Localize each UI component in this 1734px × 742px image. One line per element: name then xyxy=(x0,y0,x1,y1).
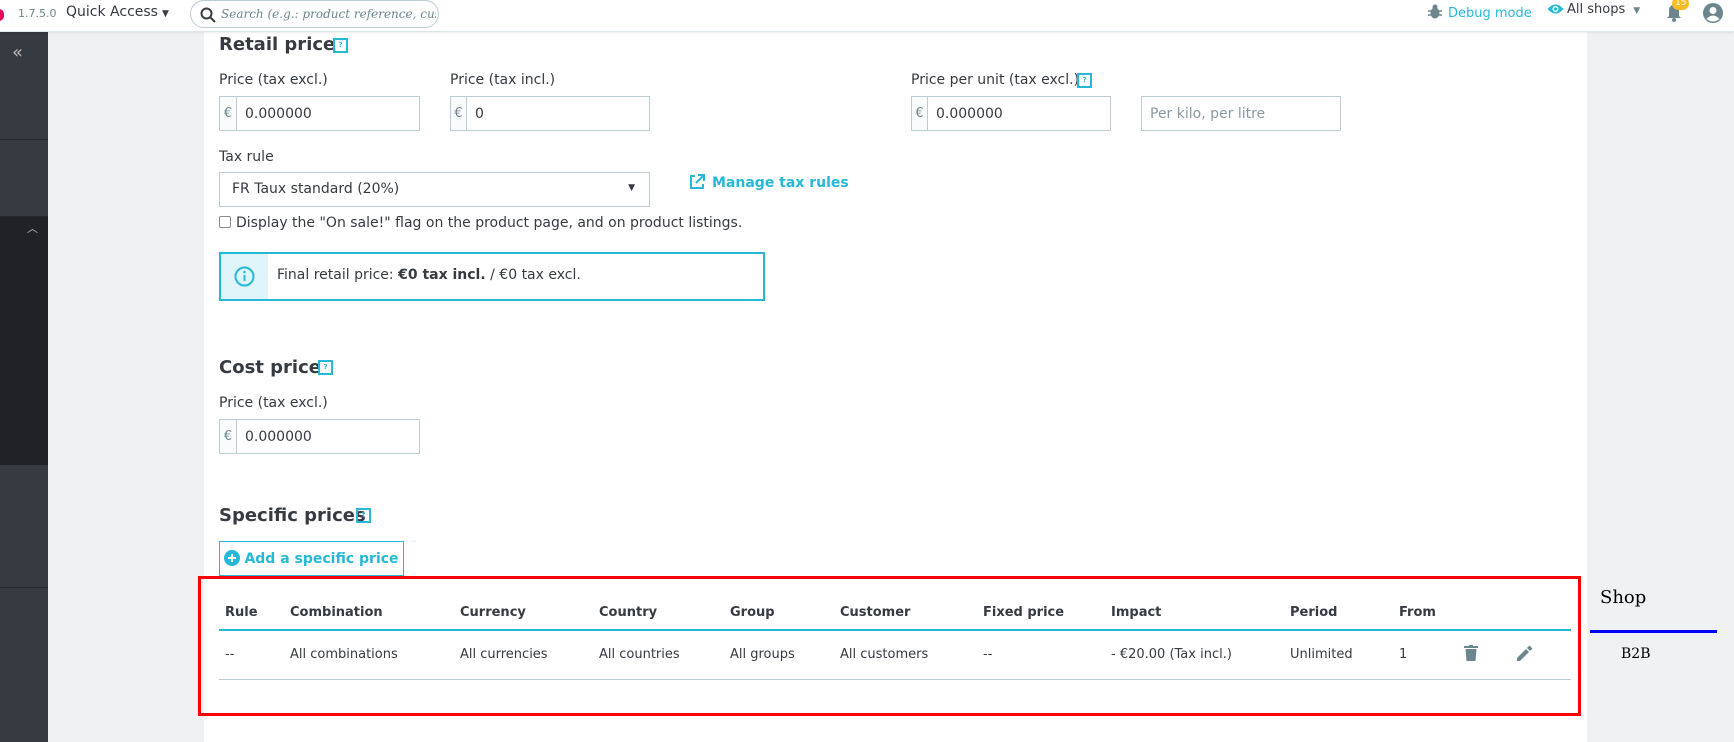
column-header: Group xyxy=(724,596,834,631)
currency-addon: € xyxy=(220,97,237,130)
help-icon[interactable]: ? xyxy=(333,38,348,53)
final-price-excl: / €0 tax excl. xyxy=(485,267,581,283)
debug-mode-link[interactable]: Debug mode xyxy=(1428,4,1532,21)
tax-rule-label: Tax rule xyxy=(219,149,274,165)
column-header: Country xyxy=(593,596,724,631)
tax-rule-select[interactable]: FR Taux standard (20%) ▼ xyxy=(219,172,650,207)
bug-icon xyxy=(1428,4,1442,19)
unit-input[interactable] xyxy=(1141,96,1341,131)
final-price-incl: €0 tax incl. xyxy=(398,267,486,283)
final-price-prefix: Final retail price: xyxy=(277,267,399,283)
column-header: Fixed price xyxy=(977,596,1105,631)
search-icon xyxy=(200,7,216,23)
manage-tax-rules-link[interactable]: Manage tax rules xyxy=(689,174,849,191)
column-header: Rule xyxy=(219,596,284,631)
column-header: Period xyxy=(1284,596,1393,631)
logo[interactable] xyxy=(0,9,4,21)
quick-access-dropdown[interactable]: Quick Access ▼ xyxy=(66,4,169,20)
currency-addon: € xyxy=(912,97,928,130)
column-header-actions xyxy=(1511,596,1571,631)
help-icon[interactable]: ? xyxy=(1077,73,1092,88)
column-header: Currency xyxy=(454,596,593,631)
help-icon[interactable]: ? xyxy=(356,508,371,523)
all-shops-label: All shops xyxy=(1567,2,1626,17)
specific-prices-table: Rule Combination Currency Country Group … xyxy=(219,596,1571,680)
price-tax-incl-label: Price (tax incl.) xyxy=(450,72,556,88)
fixed-price-cell: -- xyxy=(977,630,1105,680)
sidebar-active-section[interactable] xyxy=(0,217,48,465)
caret-down-icon: ▼ xyxy=(1633,6,1641,16)
notifications-badge: 15 xyxy=(1672,0,1690,10)
price-per-unit-label: Price per unit (tax excl.) xyxy=(911,72,1080,88)
column-header: Impact xyxy=(1105,596,1284,631)
customer-cell: All customers xyxy=(834,630,977,680)
account-icon[interactable] xyxy=(1703,3,1723,23)
currency-addon: € xyxy=(451,97,467,130)
price-tax-excl-label: Price (tax excl.) xyxy=(219,72,328,88)
tax-rule-value: FR Taux standard (20%) xyxy=(232,181,400,197)
caret-down-icon: ▼ xyxy=(161,9,169,19)
sidebar-divider xyxy=(0,139,48,140)
currency-cell: All currencies xyxy=(454,630,593,680)
shop-underline xyxy=(1590,630,1717,633)
cost-price-title: Cost price xyxy=(219,357,321,378)
collapse-sidebar-icon[interactable]: « xyxy=(12,42,23,63)
eye-icon xyxy=(1547,4,1564,14)
shop-name: B2B xyxy=(1621,646,1651,662)
chevron-up-icon[interactable]: ︿ xyxy=(27,220,38,236)
search-input[interactable] xyxy=(221,5,436,23)
period-cell: Unlimited xyxy=(1284,630,1393,680)
shop-selector[interactable]: All shops ▼ xyxy=(1547,2,1640,17)
final-price-alert: Final retail price: €0 tax incl. / €0 ta… xyxy=(219,252,765,301)
alert-icon-area xyxy=(221,254,268,299)
search-box xyxy=(190,0,439,28)
sidebar: « ︿ xyxy=(0,32,48,742)
retail-price-title: Retail price xyxy=(219,34,336,55)
column-header: Customer xyxy=(834,596,977,631)
table-row: -- All combinations All currencies All c… xyxy=(219,630,1571,680)
add-specific-price-label: Add a specific price xyxy=(244,551,399,567)
external-link-icon xyxy=(690,174,705,189)
manage-tax-rules-label: Manage tax rules xyxy=(712,175,849,191)
impact-cell: - €20.00 (Tax incl.) xyxy=(1105,630,1284,680)
from-cell: 1 xyxy=(1393,630,1458,680)
table-header-row: Rule Combination Currency Country Group … xyxy=(219,596,1571,631)
quick-access-label: Quick Access xyxy=(66,4,158,20)
on-sale-label: Display the "On sale!" flag on the produ… xyxy=(236,215,743,231)
group-cell: All groups xyxy=(724,630,834,680)
delete-cell xyxy=(1458,630,1511,680)
column-header-actions xyxy=(1458,596,1511,631)
column-header: From xyxy=(1393,596,1458,631)
cost-price-field: € xyxy=(219,419,420,454)
help-icon[interactable]: ? xyxy=(318,360,333,375)
country-cell: All countries xyxy=(593,630,724,680)
shop-title: Shop xyxy=(1600,587,1647,608)
version-label: 1.7.5.0 xyxy=(18,7,57,20)
add-circle-icon xyxy=(224,550,241,566)
top-bar: 1.7.5.0 Quick Access▼ Debug mode All sho… xyxy=(0,0,1734,32)
trash-icon[interactable] xyxy=(1464,644,1478,661)
price-tax-excl-field: € xyxy=(219,96,420,131)
add-specific-price-button[interactable]: Add a specific price xyxy=(219,541,404,576)
column-header: Combination xyxy=(284,596,454,631)
price-tax-incl-field: € xyxy=(450,96,650,131)
price-per-unit-input[interactable] xyxy=(928,97,1110,130)
edit-cell xyxy=(1511,630,1571,680)
pencil-icon[interactable] xyxy=(1517,645,1533,661)
cost-price-input[interactable] xyxy=(237,420,419,453)
cost-price-label: Price (tax excl.) xyxy=(219,395,328,411)
price-per-unit-field: € xyxy=(911,96,1111,131)
debug-mode-label: Debug mode xyxy=(1448,6,1532,21)
combination-cell: All combinations xyxy=(284,630,454,680)
rule-cell: -- xyxy=(219,630,284,680)
specific-prices-title: Specific prices xyxy=(219,505,366,526)
caret-down-icon: ▼ xyxy=(628,183,635,193)
final-price-text: Final retail price: €0 tax incl. / €0 ta… xyxy=(277,267,581,283)
sidebar-divider xyxy=(0,587,48,588)
price-tax-incl-input[interactable] xyxy=(467,97,649,130)
on-sale-checkbox[interactable] xyxy=(219,216,231,228)
info-icon xyxy=(234,266,255,287)
price-tax-excl-input[interactable] xyxy=(237,97,419,130)
currency-addon: € xyxy=(220,420,237,453)
